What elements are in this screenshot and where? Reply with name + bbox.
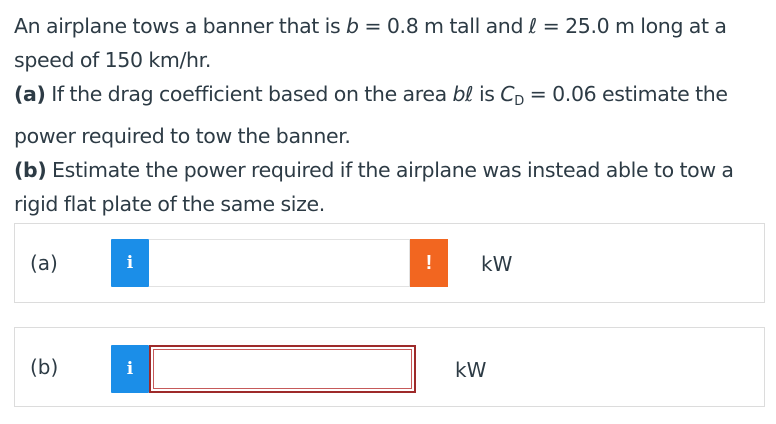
var-b: b — [346, 14, 359, 38]
answer-input-a[interactable] — [149, 239, 410, 287]
alert-icon[interactable]: ! — [410, 239, 448, 287]
problem-intro: An airplane tows a banner that is b = 0.… — [14, 9, 766, 77]
var-bl: bℓ — [452, 82, 474, 106]
unit-label-b: kW — [455, 358, 487, 382]
unit-label-a: kW — [481, 252, 513, 276]
answer-row-a: (a) i ! kW — [14, 223, 765, 303]
intro-text: An airplane tows a banner that is — [14, 14, 346, 38]
intro-eq1: = 0.8 m tall and — [358, 14, 529, 38]
part-b-tag: (b) — [14, 158, 47, 182]
problem-statement: An airplane tows a banner that is b = 0.… — [14, 9, 766, 221]
var-cd: C — [500, 82, 515, 106]
part-b-text: Estimate the power required if the airpl… — [14, 158, 734, 216]
answer-label-a: (a) — [30, 251, 58, 275]
part-b-question: (b) Estimate the power required if the a… — [14, 153, 766, 221]
answer-input-b[interactable] — [149, 345, 416, 393]
part-a-question: (a) If the drag coefficient based on the… — [14, 77, 766, 153]
answer-row-b: (b) i kW — [14, 327, 765, 407]
part-a-tag: (a) — [14, 82, 46, 106]
part-a-text2: is — [473, 82, 501, 106]
part-a-text1: If the drag coefficient based on the are… — [45, 82, 453, 106]
info-icon[interactable]: i — [111, 239, 149, 287]
answer-label-b: (b) — [30, 355, 59, 379]
var-l: ℓ — [528, 14, 537, 38]
info-icon[interactable]: i — [111, 345, 149, 393]
var-cd-subscript: D — [514, 94, 524, 109]
